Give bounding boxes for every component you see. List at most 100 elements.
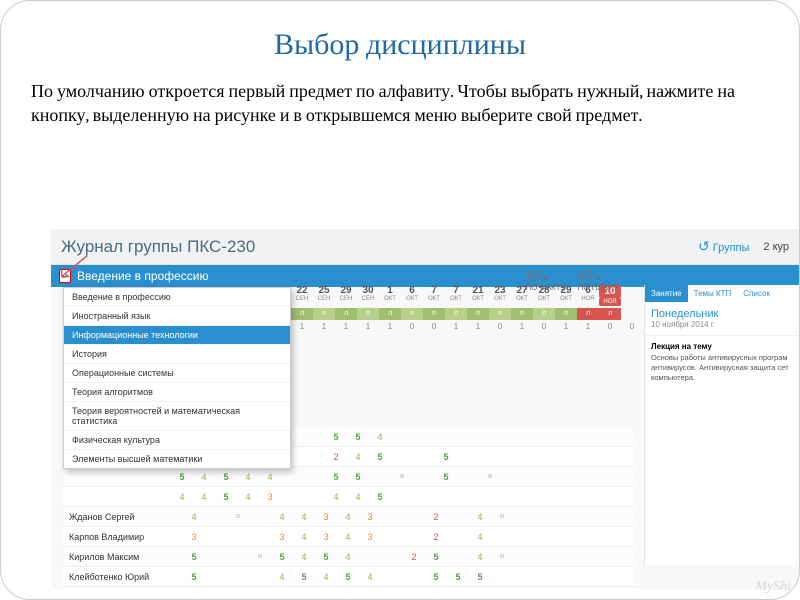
mark-cell[interactable]: 3 [315,512,337,522]
plan-cell: л [379,308,401,320]
dropdown-item[interactable]: Элементы высшей математики [64,450,290,468]
mark-cell[interactable]: 5 [425,572,447,582]
dropdown-item[interactable]: Физическая культура [64,431,290,450]
mark-cell[interactable]: 3 [271,532,293,542]
mark-cell[interactable]: 3 [315,532,337,542]
dropdown-item[interactable]: Теория вероятностей и математическая ста… [64,402,290,431]
date-column[interactable]: 25сен [313,285,335,306]
mark-cell[interactable]: 4 [359,572,381,582]
mark-cell[interactable]: 4 [193,472,215,482]
mark-cell[interactable]: 4 [259,472,281,482]
mark-cell[interactable]: 4 [171,492,193,502]
mark-cell[interactable]: 5 [469,572,491,582]
plan-cell: л [445,308,467,320]
mark-cell[interactable]: 4 [347,492,369,502]
date-column[interactable]: 7окт [423,285,445,306]
plan-cell: л [401,308,423,320]
dropdown-item[interactable]: Информационные технологии [64,326,290,345]
mark-cell[interactable]: 5 [347,432,369,442]
mark-cell[interactable]: 4 [293,552,315,562]
mark-cell[interactable]: 4 [347,452,369,462]
mark-cell[interactable]: 5 [171,472,193,482]
mark-cell[interactable]: 5 [183,572,205,582]
watermark: MyShi [755,579,791,595]
mark-cell[interactable]: 5 [293,572,315,582]
tab-Темы КТП[interactable]: Темы КТП [688,285,738,302]
mark-cell[interactable]: 5 [271,552,293,562]
date-column[interactable]: 22сен [291,285,313,306]
student-name: Кирилов Максим [63,552,183,562]
mark-cell[interactable]: 5 [435,472,457,482]
mark-cell[interactable]: 4 [237,492,259,502]
mark-cell[interactable]: 5 [347,472,369,482]
mark-cell[interactable]: 4 [193,492,215,502]
date-column[interactable]: 29сен [335,285,357,306]
mark-cell[interactable]: 2 [425,532,447,542]
date-column[interactable]: 30сен [357,285,379,306]
mark-cell[interactable]: 5 [435,452,457,462]
mark-cell[interactable]: 5 [447,572,469,582]
mark-cell[interactable]: 5 [315,552,337,562]
mark-cell[interactable]: 2 [403,552,425,562]
mark-cell[interactable]: 3 [259,492,281,502]
slide-body: По умолчанию откроется первый предмет по… [31,80,769,129]
groups-link[interactable]: Группы [698,238,749,255]
tab-Занятие[interactable]: Занятие [645,285,688,302]
dropdown-item[interactable]: Введение в профессию [64,288,290,307]
count-cell: 1 [335,320,357,334]
mark-cell[interactable]: 5 [425,552,447,562]
mark-cell[interactable]: 3 [183,532,205,542]
mark-cell[interactable]: 4 [337,512,359,522]
mark-cell[interactable]: 5 [337,572,359,582]
mark-cell[interactable]: н [391,473,413,480]
date-column[interactable]: 6окт [401,285,423,306]
mark-cell[interactable]: 5 [215,492,237,502]
date-column[interactable]: 7окт [445,285,467,306]
mark-cell[interactable]: н [249,553,271,560]
dropdown-item[interactable]: Операционные системы [64,364,290,383]
mark-cell[interactable]: 4 [315,572,337,582]
mark-cell[interactable]: 4 [469,512,491,522]
mark-cell[interactable]: 4 [337,532,359,542]
mark-cell[interactable]: н [479,473,501,480]
mark-cell[interactable]: 2 [325,452,347,462]
mark-cell[interactable]: 4 [293,512,315,522]
subject-dropdown[interactable]: Введение в профессиюИностранный языкИнфо… [63,287,291,469]
date-column[interactable]: 23окт [489,285,511,306]
mark-cell[interactable]: 5 [369,452,391,462]
mark-cell[interactable]: 5 [369,492,391,502]
mark-cell[interactable]: 4 [183,512,205,522]
dropdown-item[interactable]: Иностранный язык [64,307,290,326]
mark-cell[interactable]: о [227,513,249,520]
mark-cell[interactable]: 4 [337,552,359,562]
mark-cell[interactable]: 3 [359,512,381,522]
mark-cell[interactable]: 4 [369,432,391,442]
mark-cell[interactable]: 5 [325,432,347,442]
count-cell: 1 [357,320,379,334]
count-cell: 0 [489,320,511,334]
dropdown-item[interactable]: Теория алгоритмов [64,383,290,402]
mark-cell[interactable]: 4 [293,532,315,542]
subject-selector[interactable]: ▴▾ Введение в профессию [51,265,799,287]
mark-cell[interactable]: 4 [469,532,491,542]
mark-cell[interactable]: 5 [215,472,237,482]
mark-cell[interactable]: 5 [183,552,205,562]
mark-cell[interactable]: 4 [237,472,259,482]
mark-cell[interactable]: 4 [469,552,491,562]
mark-cell[interactable]: 4 [325,492,347,502]
mark-cell[interactable]: н [491,553,513,560]
dropdown-item[interactable]: История [64,345,290,364]
date-column[interactable]: 21окт [467,285,489,306]
mark-cell[interactable]: 4 [271,572,293,582]
side-panel: ЗанятиеТемы КТПСписок Понедельник 10 ноя… [644,285,799,565]
count-cell: 1 [379,320,401,334]
tab-Список[interactable]: Список [737,285,776,302]
count-cell: 0 [423,320,445,334]
mark-cell[interactable]: 5 [325,472,347,482]
mark-cell[interactable]: 4 [271,512,293,522]
date-column[interactable]: 1окт [379,285,401,306]
mark-cell[interactable]: 3 [359,532,381,542]
plan-cell: п [423,308,445,320]
mark-cell[interactable]: н [491,513,513,520]
mark-cell[interactable]: 2 [425,512,447,522]
